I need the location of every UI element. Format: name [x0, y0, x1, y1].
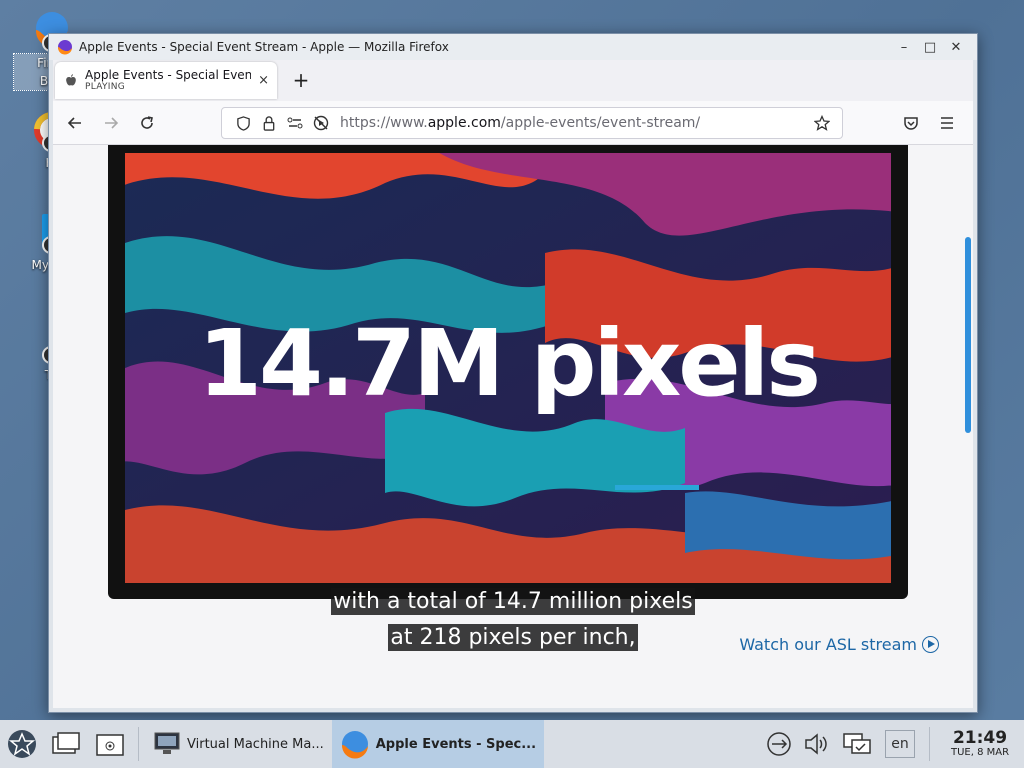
volume-icon[interactable] [797, 720, 837, 768]
autoplay-blocked-icon[interactable] [308, 115, 334, 131]
play-circle-icon [922, 636, 939, 653]
pocket-button[interactable] [893, 108, 929, 138]
start-menu-icon [8, 730, 36, 758]
tab-close-icon[interactable]: × [258, 73, 269, 88]
subtitle-line-1: with a total of 14.7 million pixels [331, 588, 695, 615]
network-icon[interactable] [761, 720, 797, 768]
keyboard-layout-indicator[interactable]: en [885, 730, 915, 758]
permissions-icon[interactable] [282, 116, 308, 130]
pocket-icon [904, 116, 918, 130]
tab-strip: Apple Events - Special Event Stream - Ap… [53, 60, 973, 101]
window-title: Apple Events - Special Event Stream - Ap… [79, 40, 449, 54]
task-label: Apple Events - Spec... [375, 736, 537, 752]
bookmark-star-icon[interactable] [810, 115, 834, 131]
tab-title: Apple Events - Special Event Stream - Ap… [85, 68, 251, 82]
forward-button[interactable] [93, 108, 129, 138]
forward-arrow-icon [105, 116, 119, 129]
firefox-window: Apple Events - Special Event Stream - Ap… [48, 33, 978, 713]
maximize-button[interactable]: □ [917, 40, 943, 55]
video-headline: 14.7M pixels [198, 310, 821, 417]
new-tab-button[interactable]: + [285, 65, 317, 97]
clock-date: TUE, 8 MAR [950, 747, 1010, 758]
taskbar-separator [929, 727, 930, 761]
task-firefox[interactable]: Apple Events - Spec... [331, 720, 545, 768]
file-manager-button[interactable] [88, 720, 132, 768]
menu-button[interactable] [929, 108, 965, 138]
reload-icon [141, 115, 153, 129]
window-titlebar[interactable]: Apple Events - Special Event Stream - Ap… [49, 34, 977, 60]
asl-stream-link[interactable]: Watch our ASL stream [739, 635, 939, 654]
lock-icon[interactable] [256, 115, 282, 131]
tab-apple-events[interactable]: Apple Events - Special Event Stream - Ap… [55, 62, 277, 99]
file-manager-icon [96, 734, 124, 756]
navigation-toolbar: https://www.apple.com/apple-events/event… [53, 101, 973, 145]
system-tray: en 21:49 TUE, 8 MAR [761, 720, 1024, 768]
show-desktop-button[interactable] [44, 720, 88, 768]
clock[interactable]: 21:49 TUE, 8 MAR [936, 729, 1024, 759]
url-bar[interactable]: https://www.apple.com/apple-events/event… [221, 107, 843, 139]
tab-playing-status: PLAYING [85, 82, 126, 92]
taskbar: Virtual Machine Ma... Apple Events - Spe… [0, 720, 1024, 768]
url-text[interactable]: https://www.apple.com/apple-events/event… [340, 115, 810, 131]
task-label: Virtual Machine Ma... [187, 736, 324, 752]
task-virtual-machine-manager[interactable]: Virtual Machine Ma... [145, 720, 332, 768]
display-icon[interactable] [837, 720, 877, 768]
minimize-button[interactable]: – [891, 40, 917, 55]
windows-icon [52, 732, 80, 754]
taskbar-separator [138, 727, 139, 761]
firefox-icon [341, 731, 368, 759]
page-content: 14.7M pixels with a total of 14.7 millio… [53, 145, 973, 708]
apple-icon [66, 74, 76, 86]
start-menu-button[interactable] [0, 720, 44, 768]
asl-link-text: Watch our ASL stream [739, 635, 917, 654]
back-arrow-icon [67, 116, 81, 129]
firefox-icon [57, 40, 72, 55]
close-button[interactable]: ✕ [943, 40, 969, 55]
clock-time: 21:49 [952, 728, 1008, 748]
virtual-machine-icon [154, 732, 180, 754]
event-video-player[interactable]: 14.7M pixels [108, 145, 908, 599]
hamburger-menu-icon [941, 117, 953, 129]
back-button[interactable] [57, 108, 93, 138]
page-scrollbar[interactable] [965, 237, 971, 433]
reload-button[interactable] [129, 108, 165, 138]
shield-icon[interactable] [230, 115, 256, 131]
